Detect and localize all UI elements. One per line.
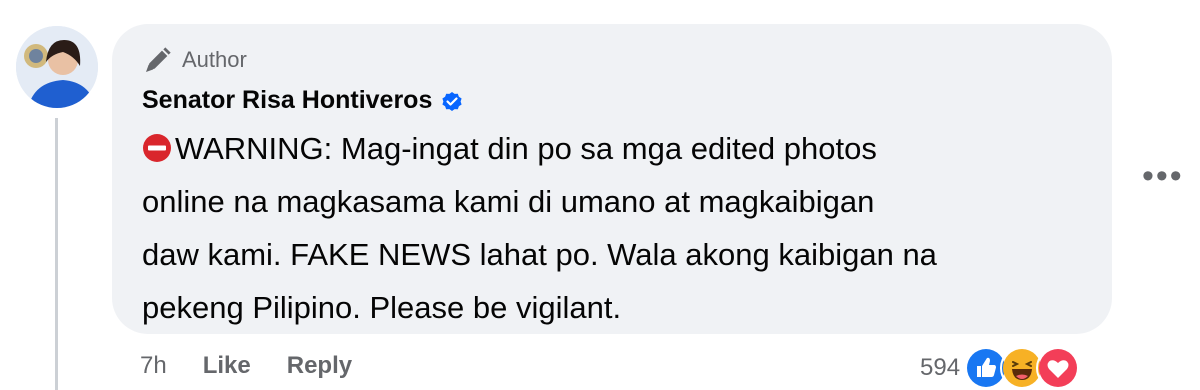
author-badge: Author xyxy=(142,44,247,76)
comment-text: WARNING: Mag-ingat din po sa mga edited … xyxy=(142,122,1092,334)
avatar[interactable] xyxy=(16,26,98,108)
comment-timestamp[interactable]: 7h xyxy=(140,352,167,380)
reply-button[interactable]: Reply xyxy=(287,352,352,380)
pen-icon xyxy=(146,47,171,72)
author-badge-label: Author xyxy=(182,47,247,72)
comment-line: pekeng Pilipino. Please be vigilant. xyxy=(142,290,622,325)
like-button[interactable]: Like xyxy=(203,352,251,380)
comment-line: WARNING: Mag-ingat din po sa mga edited … xyxy=(142,122,1092,175)
comment-bubble: Author Senator Risa Hontiveros WARNING: … xyxy=(112,24,1112,334)
love-reaction-icon xyxy=(1036,346,1081,390)
reaction-summary[interactable]: 594 xyxy=(920,346,1081,390)
verified-badge-icon xyxy=(442,91,462,111)
commenter-name[interactable]: Senator Risa Hontiveros xyxy=(142,86,432,115)
comment-actions: 7h Like Reply xyxy=(140,352,352,380)
comment-line: online na magkasama kami di umano at mag… xyxy=(142,184,875,219)
commenter-name-row: Senator Risa Hontiveros xyxy=(142,86,464,115)
profile-photo xyxy=(16,26,98,108)
reaction-count: 594 xyxy=(920,354,961,381)
thread-line xyxy=(55,118,58,390)
more-options-button[interactable]: ••• xyxy=(1142,159,1184,193)
no-entry-icon xyxy=(143,134,171,162)
comment-line: daw kami. FAKE NEWS lahat po. Wala akong… xyxy=(142,237,937,272)
